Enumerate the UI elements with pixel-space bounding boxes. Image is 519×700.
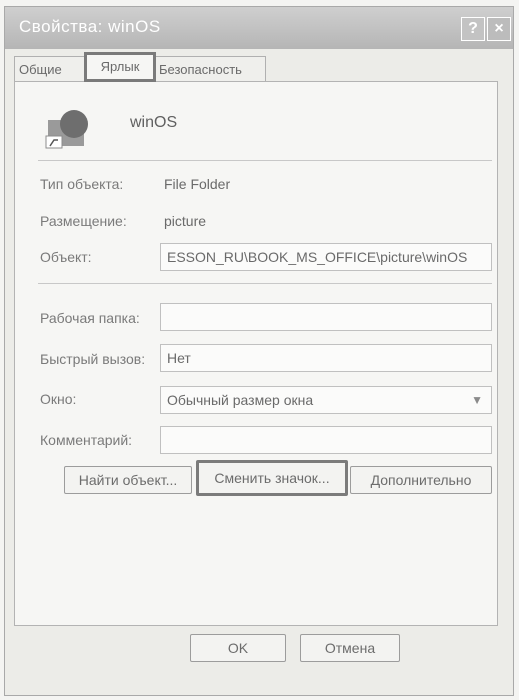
location-label: Размещение:: [40, 213, 127, 229]
workdir-label: Рабочая папка:: [40, 310, 140, 326]
location-value: picture: [164, 213, 207, 229]
cancel-button[interactable]: Отмена: [300, 634, 400, 662]
type-label: Тип объекта:: [40, 176, 124, 192]
separator: [38, 160, 492, 161]
workdir-field[interactable]: [160, 303, 492, 331]
hotkey-label: Быстрый вызов:: [40, 351, 146, 367]
item-name: winOS: [130, 114, 178, 131]
type-value: File Folder: [164, 176, 231, 192]
window-mode-value: Обычный размер окна: [167, 392, 314, 408]
comment-field[interactable]: [160, 426, 492, 454]
separator: [38, 283, 492, 284]
window-mode-label: Окно:: [40, 391, 77, 407]
close-button[interactable]: ×: [487, 17, 511, 41]
folder-shortcut-icon: [45, 110, 88, 149]
tab-security[interactable]: Безопасность: [154, 56, 266, 82]
target-field[interactable]: ESSON_RU\BOOK_MS_OFFICE\picture\winOS: [160, 243, 492, 271]
tab-shortcut[interactable]: Ярлык: [84, 52, 156, 82]
help-button[interactable]: ?: [461, 17, 485, 41]
change-icon-button[interactable]: Сменить значок...: [196, 460, 348, 496]
hotkey-field[interactable]: Нет: [160, 344, 492, 372]
window-title: Свойства: winOS: [19, 17, 161, 36]
advanced-button[interactable]: Дополнительно: [350, 466, 492, 494]
find-target-button[interactable]: Найти объект...: [64, 466, 192, 494]
comment-label: Комментарий:: [40, 432, 133, 448]
target-label: Объект:: [40, 249, 92, 265]
window-mode-select[interactable]: Обычный размер окна ▼: [160, 386, 492, 414]
ok-button[interactable]: OK: [190, 634, 286, 662]
tab-general[interactable]: Общие: [14, 56, 88, 82]
chevron-down-icon[interactable]: ▼: [471, 387, 483, 413]
title-bar[interactable]: Свойства: winOS ? ×: [5, 7, 513, 49]
